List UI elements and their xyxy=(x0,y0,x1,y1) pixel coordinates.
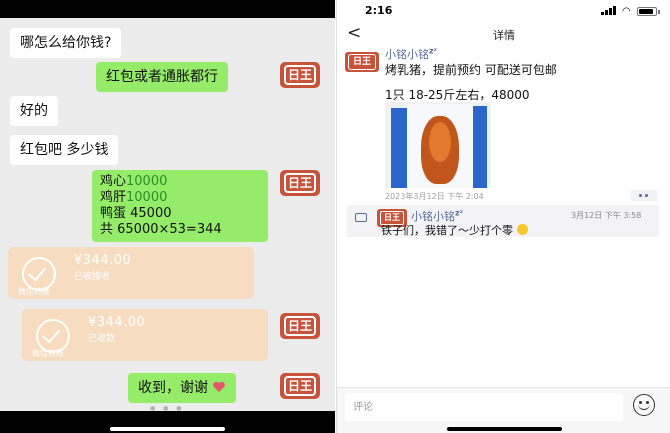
price-line-chicken-heart: 鸡心10000 xyxy=(100,174,168,189)
avatar[interactable]: 日王 xyxy=(280,62,320,88)
price-line-duck-egg: 鸭蛋 45000 xyxy=(100,206,172,221)
avatar[interactable]: 日王 xyxy=(280,313,320,339)
chat-top-bar xyxy=(0,0,335,18)
comment-section: 日王 小铭小铭zᶻ 3月12日 下午 3:58 铁子们，我错了～少打个零 xyxy=(347,205,659,237)
post-author-name[interactable]: 小铭小铭zᶻ xyxy=(385,46,437,62)
comment-input[interactable] xyxy=(345,393,623,421)
post-photo-roast-pig[interactable] xyxy=(385,102,491,188)
post-text-line-2: 1只 18-25斤左右，48000 xyxy=(385,88,530,102)
detail-panel: 2:16 ◠ < 详情 日王 小铭小铭zᶻ 烤乳猪，提前预约 可配送可包邮 1只… xyxy=(336,0,670,433)
transfer-footer: 微信转账 xyxy=(18,287,50,296)
transfer-amount: ¥344.00 xyxy=(74,253,132,268)
avatar[interactable]: 日王 xyxy=(280,373,320,399)
chat-panel: 哪怎么给你钱? 红包或者通胀都行 日王 好的 红包吧 多少钱 鸡心10000 鸡… xyxy=(0,0,335,433)
message-bubble-incoming[interactable]: 哪怎么给你钱? xyxy=(10,28,122,58)
message-bubble-incoming[interactable]: 好的 xyxy=(10,96,58,126)
wifi-icon: ◠ xyxy=(622,6,631,17)
transfer-status: 已被接收 xyxy=(74,272,111,282)
emoji-smiley-icon[interactable] xyxy=(633,394,655,416)
message-text: 好的 xyxy=(20,103,48,119)
message-text: 收到，谢谢 xyxy=(138,380,208,396)
page-title: 详情 xyxy=(493,29,515,42)
status-time: 2:16 xyxy=(365,4,393,17)
home-indicator xyxy=(110,427,225,431)
avatar-seal-text: 日王 xyxy=(284,376,316,396)
transfer-card-received[interactable]: ¥344.00 已被接收 微信转账 xyxy=(8,247,254,299)
heart-icon xyxy=(213,381,226,392)
transfer-card-collected[interactable]: ¥344.00 已收款 微信转账 xyxy=(22,309,268,361)
battery-icon xyxy=(637,7,660,16)
sleep-zz-icon: zᶻ xyxy=(429,46,437,56)
transfer-status: 已收款 xyxy=(88,334,116,344)
avatar[interactable]: 日王 xyxy=(280,170,320,196)
post-author-avatar[interactable]: 日王 xyxy=(345,52,379,72)
post-timestamp: 2023年3月12日 下午 2:04 xyxy=(385,192,484,201)
comment-input-box[interactable] xyxy=(345,393,623,421)
avatar-seal-text: 日王 xyxy=(348,54,376,70)
comment-timestamp: 3月12日 下午 3:58 xyxy=(571,211,642,220)
price-line-total: 共 65000×53=344 xyxy=(100,222,222,237)
price-line-chicken-liver: 鸡肝10000 xyxy=(100,190,168,205)
transfer-footer: 微信转账 xyxy=(32,349,64,358)
comment-text[interactable]: 铁子们，我错了～少打个零 xyxy=(381,222,528,238)
post-text-line-1: 烤乳猪，提前预约 可配送可包邮 xyxy=(385,63,557,77)
avatar-seal-text: 日王 xyxy=(284,173,316,193)
screenshot-root: 哪怎么给你钱? 红包或者通胀都行 日王 好的 红包吧 多少钱 鸡心10000 鸡… xyxy=(0,0,670,433)
avatar-seal-text: 日王 xyxy=(284,65,316,85)
message-bubble-outgoing[interactable]: 收到，谢谢 xyxy=(128,373,237,403)
sleep-zz-icon: zᶻ xyxy=(455,208,463,218)
message-text: 红包或者通胀都行 xyxy=(106,69,218,85)
message-bubble-outgoing-price-list[interactable]: 鸡心10000 鸡肝10000 鸭蛋 45000 共 65000×53=344 xyxy=(92,170,268,242)
comment-icon xyxy=(355,213,367,222)
message-bubble-incoming[interactable]: 红包吧 多少钱 xyxy=(10,135,119,165)
sweat-smile-emoji-icon xyxy=(516,224,528,235)
home-indicator xyxy=(447,427,562,431)
navigation-bar: < 详情 xyxy=(337,22,670,46)
message-text: 哪怎么给你钱? xyxy=(20,35,112,51)
status-bar: 2:16 ◠ xyxy=(337,0,670,20)
avatar-seal-text: 日王 xyxy=(284,316,316,336)
message-text: 红包吧 多少钱 xyxy=(20,142,109,158)
message-bubble-outgoing[interactable]: 红包或者通胀都行 xyxy=(96,62,228,92)
more-actions-button[interactable] xyxy=(631,190,657,201)
transfer-amount: ¥344.00 xyxy=(88,315,146,330)
